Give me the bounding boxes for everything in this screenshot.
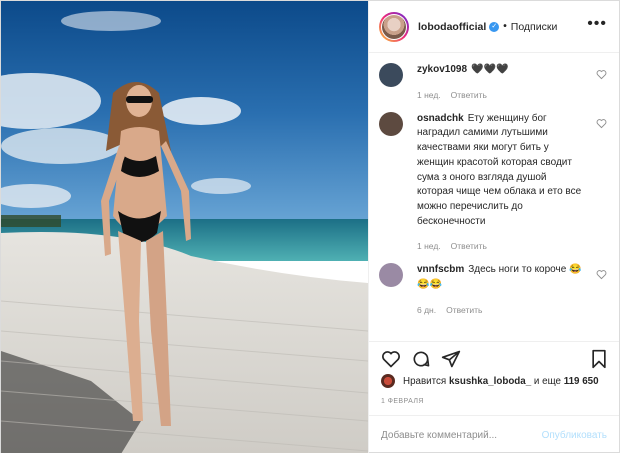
comment-item: zykov1098 🖤🖤🖤 1 нед. Ответить — [379, 63, 607, 100]
comment-text: Ету женщину бог наградил самими лутьшими… — [417, 112, 582, 227]
beach-photo — [1, 1, 368, 453]
avatar[interactable] — [379, 63, 403, 87]
reply-button[interactable]: Ответить — [451, 90, 487, 100]
likes-count[interactable]: 119 650 — [564, 376, 599, 387]
like-comment-heart-icon[interactable] — [596, 69, 607, 80]
comment-input[interactable]: Добавьте комментарий... — [381, 430, 542, 441]
comment-icon[interactable] — [411, 349, 431, 369]
like-comment-heart-icon[interactable] — [596, 269, 607, 280]
heart-icon[interactable] — [381, 349, 401, 369]
avatar[interactable] — [379, 111, 403, 136]
comment-item: vnnfscbm Здесь ноги то короче 😂😂😂 6 дн. От… — [379, 263, 607, 315]
publish-button[interactable]: Опубликовать — [542, 430, 607, 441]
comment-time: 1 нед. — [417, 89, 441, 100]
likes-prefix: Нравится — [403, 375, 447, 387]
comment-username[interactable]: osnadchk — [417, 113, 464, 124]
verified-badge-icon: ✓ — [489, 21, 500, 32]
instagram-post: lobodaofficial ✓ • Подписки ••• zykov109… — [0, 0, 620, 453]
comment-item: osnadchk Ету женщину бог наградил самими … — [379, 111, 607, 252]
more-options-icon[interactable]: ••• — [587, 15, 607, 33]
reply-button[interactable]: Ответить — [451, 241, 487, 251]
add-comment-bar: Добавьте комментарий... Опубликовать — [369, 415, 619, 453]
likes-middle: и еще — [533, 375, 561, 387]
comment-time: 6 дн. — [417, 304, 437, 315]
avatar[interactable] — [379, 11, 409, 42]
post-header: lobodaofficial ✓ • Подписки ••• — [369, 1, 619, 53]
comment-username[interactable]: vnnfscbm — [417, 264, 464, 275]
username-link[interactable]: lobodaofficial — [418, 21, 486, 33]
separator-dot: • — [503, 21, 507, 32]
like-comment-heart-icon[interactable] — [596, 118, 607, 129]
bookmark-icon[interactable] — [589, 349, 609, 369]
share-icon[interactable] — [441, 349, 461, 369]
following-button[interactable]: Подписки — [511, 21, 558, 33]
likes-user-link[interactable]: ksushka_loboda_ — [449, 376, 531, 387]
post-sidebar: lobodaofficial ✓ • Подписки ••• zykov109… — [368, 1, 619, 453]
post-photo[interactable] — [1, 1, 368, 453]
avatar[interactable] — [381, 374, 395, 388]
comment-text: 🖤🖤🖤 — [471, 64, 509, 75]
reply-button[interactable]: Ответить — [446, 305, 482, 315]
avatar[interactable] — [379, 263, 403, 288]
likes-summary: Нравится ksushka_loboda_ и еще 119 650 — [381, 374, 611, 388]
comment-username[interactable]: zykov1098 — [417, 64, 467, 75]
comments-list: zykov1098 🖤🖤🖤 1 нед. Ответить osnadchk Ету … — [379, 63, 607, 327]
post-date[interactable]: 1 ФЕВРАЛЯ — [381, 398, 424, 405]
comment-time: 1 нед. — [417, 241, 441, 252]
post-actions-bar — [369, 341, 619, 371]
